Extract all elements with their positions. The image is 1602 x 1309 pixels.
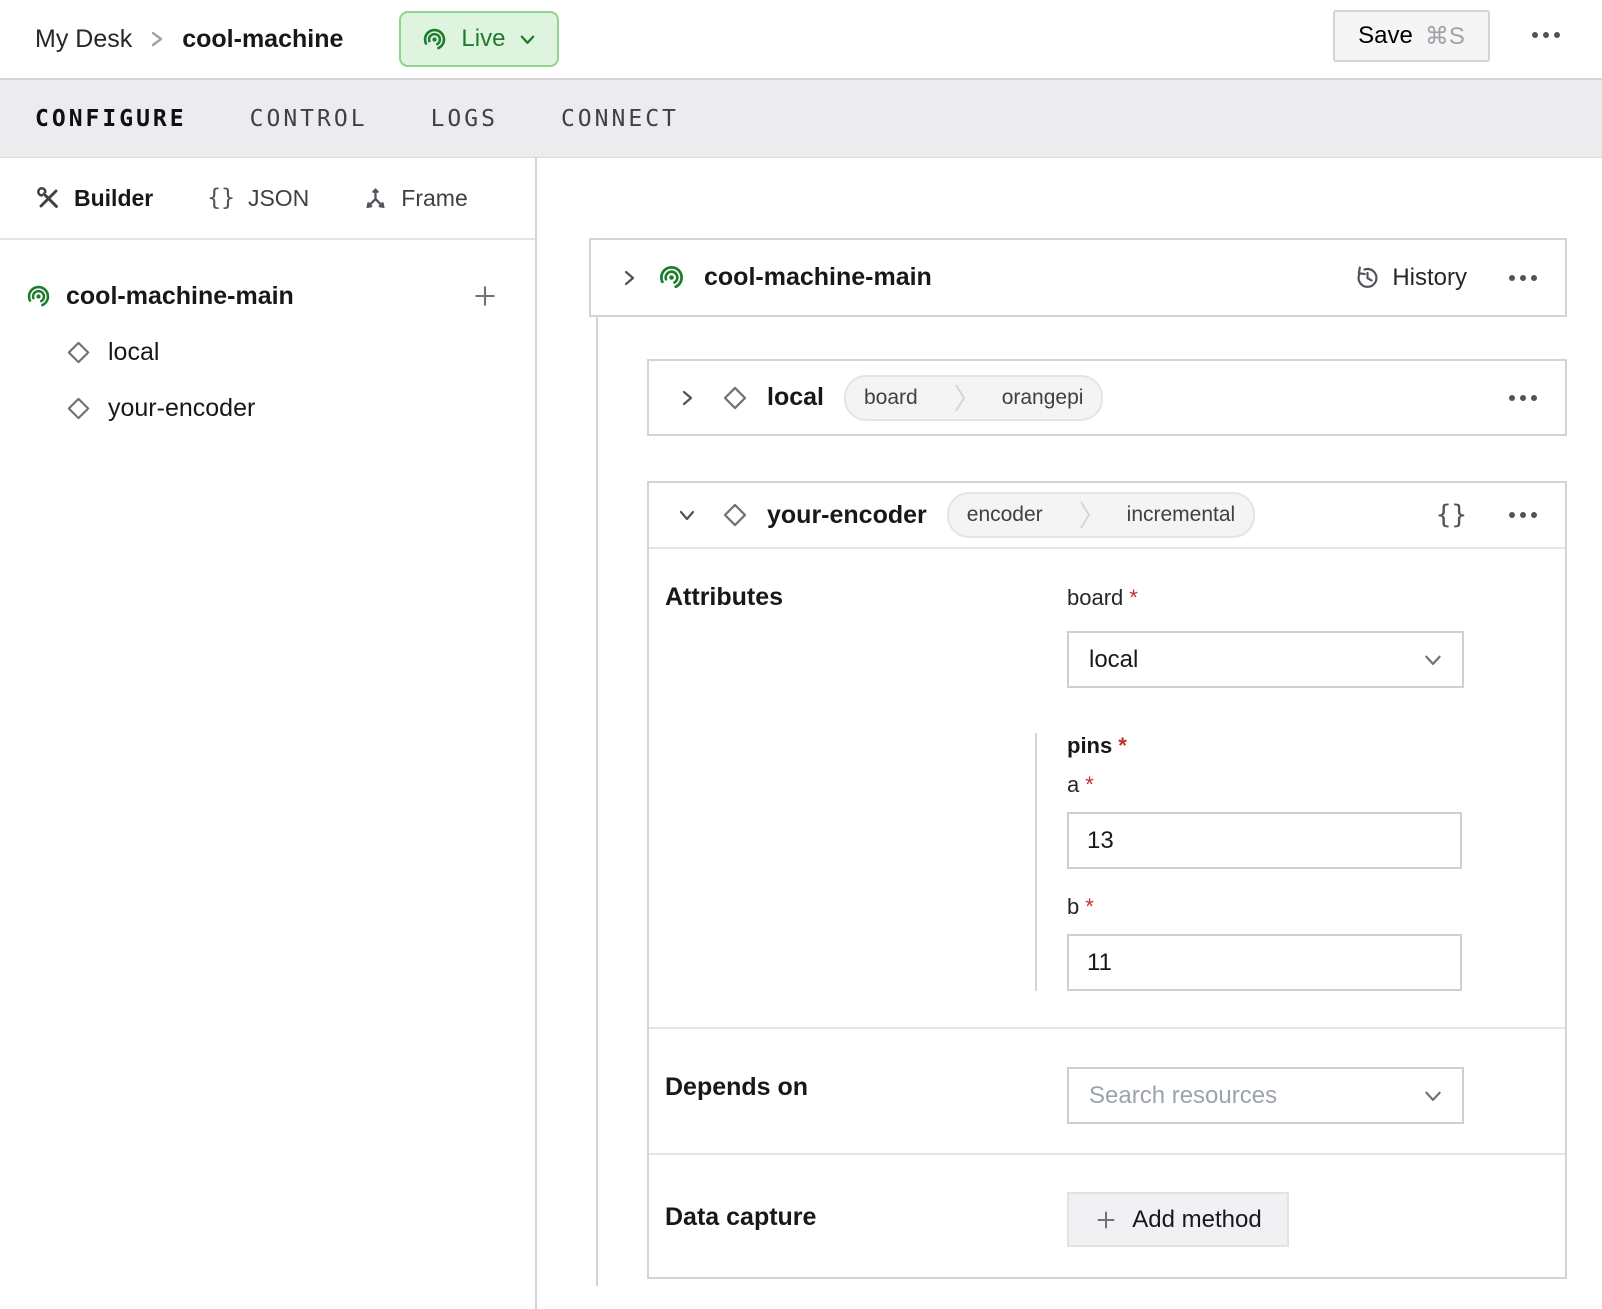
badge-type: encoder [949,503,1061,527]
pin-a-input[interactable] [1067,812,1462,869]
config-sidebar: Builder {} JSON [0,158,537,1309]
depends-on-heading: Depends on [665,1073,808,1102]
component-diamond-icon [721,501,749,529]
content-body: Builder {} JSON [0,158,1602,1309]
resource-type-badge: board orangepi [844,375,1103,421]
badge-separator-chevron [936,377,984,419]
view-tab-builder-label: Builder [74,185,153,212]
history-button[interactable]: History [1354,264,1467,292]
depends-on-placeholder: Search resources [1089,1082,1277,1110]
component-diamond-icon [65,395,92,422]
local-board-card: local board orangepi [647,359,1567,436]
view-tab-json-label: JSON [248,185,309,212]
local-card-title: local [767,383,824,412]
board-select[interactable]: local [1067,631,1464,688]
depends-on-select[interactable]: Search resources [1067,1067,1464,1124]
pins-group-label: pins [1067,733,1112,758]
expand-chevron-icon[interactable] [677,388,697,408]
top-header: My Desk cool-machine Live Save ⌘S [0,0,1602,78]
frame-axes-icon [363,186,388,211]
view-tab-frame[interactable]: Frame [363,185,467,212]
machine-main-card: cool-machine-main History [589,238,1567,317]
expand-chevron-icon[interactable] [619,268,639,288]
tree-item-machine-main[interactable]: cool-machine-main [0,268,535,324]
machine-card-menu-button[interactable] [1509,275,1537,281]
required-asterisk: * [1085,894,1094,919]
pin-b-label: b [1067,894,1079,919]
tab-control[interactable]: CONTROL [250,106,368,132]
pin-b-input[interactable] [1067,934,1462,991]
board-select-value: local [1089,646,1138,674]
live-broadcast-icon [657,263,686,292]
machine-card-title: cool-machine-main [704,263,932,292]
save-shortcut-hint: ⌘S [1425,22,1465,51]
tree-connector-line [596,317,598,1286]
encoder-card-menu-button[interactable] [1509,512,1537,518]
chevron-down-icon [1422,1085,1444,1107]
save-button-label: Save [1358,22,1413,50]
data-capture-section: Data capture Add method [649,1153,1565,1281]
tab-configure[interactable]: CONFIGURE [35,106,187,132]
tree-item-label: your-encoder [108,394,255,423]
tab-logs[interactable]: LOGS [431,106,498,132]
chevron-down-icon [1422,649,1444,671]
attributes-heading: Attributes [665,583,783,612]
add-component-button[interactable] [471,282,499,310]
component-diamond-icon [721,384,749,412]
required-asterisk: * [1129,585,1138,610]
tab-connect[interactable]: CONNECT [561,106,679,132]
board-field: board* local [1067,585,1464,688]
save-button[interactable]: Save ⌘S [1333,10,1490,62]
badge-separator-chevron [1061,494,1109,536]
live-status-label: Live [461,25,505,53]
pin-a-label: a [1067,772,1079,797]
app-root: My Desk cool-machine Live Save ⌘S [0,0,1602,1306]
required-asterisk: * [1085,772,1094,797]
config-main-panel: cool-machine-main History [537,158,1602,1309]
view-tab-frame-label: Frame [401,185,467,212]
tools-icon [36,186,61,211]
breadcrumb-parent-link[interactable]: My Desk [35,25,132,54]
header-overflow-menu-button[interactable] [1532,32,1560,38]
plus-icon [1094,1208,1118,1232]
board-field-label: board [1067,585,1123,610]
add-method-button[interactable]: Add method [1067,1192,1289,1247]
badge-model: incremental [1109,503,1254,527]
encoder-card: your-encoder encoder incremental {} [647,481,1567,1279]
braces-icon: {} [207,185,235,211]
resource-tree: cool-machine-main local your-encoder [0,240,535,436]
live-status-dropdown[interactable]: Live [399,11,559,67]
machine-nav-tabs: CONFIGURE CONTROL LOGS CONNECT [0,78,1602,158]
history-clock-icon [1354,264,1381,291]
view-tab-builder[interactable]: Builder [36,185,153,212]
badge-type: board [846,386,936,410]
local-card-menu-button[interactable] [1509,395,1537,401]
badge-model: orangepi [984,386,1102,410]
data-capture-heading: Data capture [665,1203,816,1232]
live-broadcast-icon [25,283,52,310]
encoder-card-title: your-encoder [767,501,927,530]
add-method-button-label: Add method [1132,1206,1261,1234]
tree-item-label: cool-machine-main [66,282,294,311]
component-diamond-icon [65,339,92,366]
resource-type-badge: encoder incremental [947,492,1255,538]
live-broadcast-icon [421,26,448,53]
attributes-section: Attributes board* local [649,549,1565,1027]
breadcrumb-machine-name: cool-machine [182,25,343,54]
view-tab-json[interactable]: {} JSON [207,185,309,212]
config-view-switcher: Builder {} JSON [0,158,535,240]
depends-on-section: Depends on Search resources [649,1027,1565,1153]
tree-item-local[interactable]: local [0,324,535,380]
breadcrumb: My Desk cool-machine [35,25,343,54]
collapse-chevron-icon[interactable] [677,505,697,525]
tree-item-label: local [108,338,159,367]
history-button-label: History [1392,264,1467,292]
tree-item-your-encoder[interactable]: your-encoder [0,380,535,436]
edit-json-button[interactable]: {} [1436,500,1467,530]
chevron-down-icon [518,30,537,49]
required-asterisk: * [1118,733,1127,758]
chevron-right-icon [149,27,165,51]
pins-group: pins* a* b* [1035,733,1464,991]
